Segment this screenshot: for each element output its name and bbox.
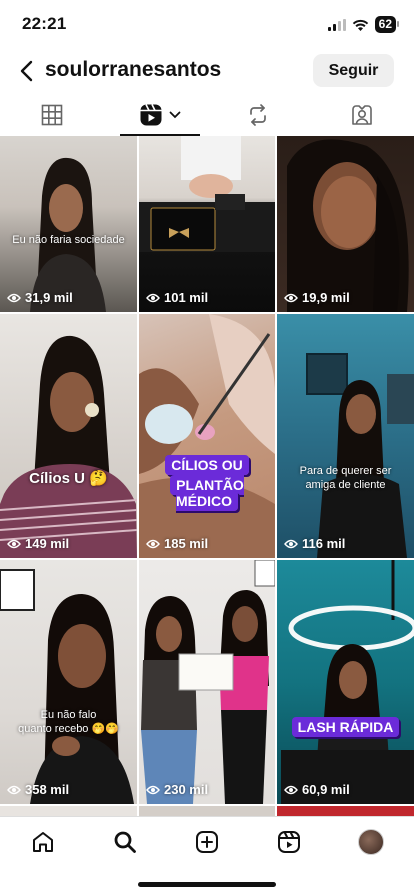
reel-tile[interactable] <box>139 806 275 816</box>
tab-grid[interactable] <box>2 94 102 136</box>
view-count: 101 mil <box>146 290 208 305</box>
battery-indicator: 62 <box>374 16 400 33</box>
reel-thumbnail <box>0 569 134 804</box>
reel-caption: amiga de cliente <box>305 479 386 491</box>
reels-grid: Eu não faria sociedade 31,9 mil 101 mil <box>0 136 414 816</box>
nav-create[interactable] <box>182 825 232 859</box>
reel-thumbnail <box>30 157 106 312</box>
reel-tile[interactable]: Eu não faria sociedade 31,9 mil <box>0 136 137 312</box>
eye-icon <box>146 293 160 302</box>
tab-tagged[interactable] <box>312 94 412 136</box>
tagged-icon <box>352 105 372 125</box>
view-count: 60,9 mil <box>284 782 350 797</box>
reel-tile[interactable] <box>0 806 137 816</box>
tab-reposts[interactable] <box>208 94 308 136</box>
reels-icon <box>140 104 162 126</box>
view-count-label: 101 mil <box>164 290 209 305</box>
reel-thumbnail <box>139 136 275 252</box>
eye-icon <box>146 539 160 548</box>
view-count: 358 mil <box>7 782 69 797</box>
view-count: 19,9 mil <box>284 290 350 305</box>
profile-username: soulorranesantos <box>45 58 222 81</box>
status-time: 22:21 <box>22 14 67 33</box>
reel-thumbnail <box>306 353 414 558</box>
reel-caption: Cílios U 🤔 <box>29 470 108 487</box>
reel-caption: Eu não faria sociedade <box>12 234 125 246</box>
create-icon <box>196 831 218 853</box>
reel-thumbnail <box>281 560 414 804</box>
reel-thumbnail <box>139 314 275 558</box>
eye-icon <box>7 785 21 794</box>
eye-icon <box>284 293 298 302</box>
view-count-label: 185 mil <box>164 536 209 551</box>
nav-home[interactable] <box>18 825 68 859</box>
view-count-label: 19,9 mil <box>302 290 350 305</box>
reel-tile[interactable]: LASH RÁPIDA 60,9 mil <box>277 560 414 804</box>
reel-caption: quanto recebo 🤭🤭 <box>18 723 119 735</box>
sticker-line: PLANTÃO MÉDICO <box>170 475 244 511</box>
eye-icon <box>7 539 21 548</box>
search-icon <box>114 831 136 853</box>
view-count: 230 mil <box>146 782 208 797</box>
view-count-label: 60,9 mil <box>302 782 350 797</box>
reel-tile[interactable]: 230 mil <box>139 560 275 804</box>
view-count-label: 358 mil <box>25 782 70 797</box>
view-count: 149 mil <box>7 536 69 551</box>
reel-sticker: PLANTÃO MÉDICO <box>139 475 275 511</box>
reel-thumbnail <box>141 560 275 804</box>
home-icon <box>33 832 53 852</box>
reel-tile[interactable] <box>277 806 414 816</box>
sticker-line: LASH RÁPIDA <box>291 717 400 737</box>
status-bar: 22:21 62 <box>0 0 414 50</box>
reel-tile[interactable]: Para de querer ser amiga de cliente 116 … <box>277 314 414 558</box>
eye-icon <box>146 785 160 794</box>
reels-icon <box>278 831 300 853</box>
reel-caption: Para de querer ser <box>299 465 392 477</box>
wifi-icon <box>352 19 368 31</box>
sticker-line: CÍLIOS OU <box>165 455 249 475</box>
profile-avatar <box>358 829 384 855</box>
chevron-left-icon <box>20 60 33 82</box>
eye-icon <box>284 785 298 794</box>
reel-tile[interactable]: 101 mil <box>139 136 275 312</box>
view-count: 116 mil <box>284 536 345 551</box>
reel-tile[interactable]: Cílios U 🤔 149 mil <box>0 314 137 558</box>
profile-tabs <box>0 94 414 136</box>
tab-reels[interactable] <box>110 94 210 136</box>
nav-search[interactable] <box>100 825 150 859</box>
status-icons: 62 <box>327 16 400 33</box>
signal-icon <box>327 18 346 31</box>
view-count-label: 116 mil <box>302 536 346 551</box>
reel-sticker: CÍLIOS OU <box>139 455 275 475</box>
reel-sticker: LASH RÁPIDA <box>277 717 414 737</box>
view-count-label: 230 mil <box>164 782 209 797</box>
back-button[interactable] <box>10 54 42 88</box>
eye-icon <box>284 539 298 548</box>
reel-thumbnail <box>0 335 137 558</box>
chevron-down-icon <box>169 111 181 119</box>
nav-reels[interactable] <box>264 825 314 859</box>
repost-icon <box>250 104 266 126</box>
view-count: 185 mil <box>146 536 208 551</box>
reel-caption: Eu não falo <box>40 709 97 721</box>
reel-tile[interactable]: Eu não falo quanto recebo 🤭🤭 358 mil <box>0 560 137 804</box>
profile-header: soulorranesantos Seguir <box>0 50 414 92</box>
view-count-label: 149 mil <box>25 536 70 551</box>
reel-tile[interactable]: 19,9 mil <box>277 136 414 312</box>
grid-icon <box>41 104 63 126</box>
view-count-label: 31,9 mil <box>25 290 73 305</box>
eye-icon <box>7 293 21 302</box>
reel-thumbnail <box>287 139 409 312</box>
reel-tile[interactable]: CÍLIOS OU PLANTÃO MÉDICO 185 mil <box>139 314 275 558</box>
bottom-navigation <box>0 816 414 866</box>
home-indicator <box>138 882 276 887</box>
follow-button[interactable]: Seguir <box>313 54 394 87</box>
nav-profile[interactable] <box>346 825 396 859</box>
view-count: 31,9 mil <box>7 290 73 305</box>
